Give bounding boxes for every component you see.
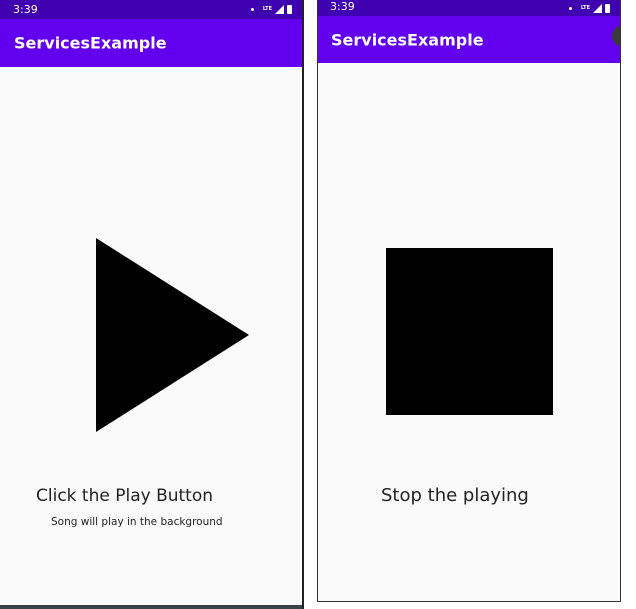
app-bar: ServicesExample	[0, 19, 302, 67]
status-bar: 3:39 LTE	[318, 0, 620, 16]
battery-icon	[287, 5, 292, 14]
battery-icon	[605, 3, 610, 13]
phone-screen-play: 3:39 LTE ServicesExample Click the Play …	[0, 0, 304, 609]
play-caption: Click the Play Button	[36, 486, 214, 506]
status-icons: LTE	[568, 0, 610, 16]
signal-icon	[275, 5, 284, 14]
phone-screen-stop: 3:39 LTE ServicesExample Stop the playin…	[317, 0, 621, 602]
status-icons: LTE	[250, 0, 292, 19]
background-subcaption: Song will play in the background	[51, 516, 223, 528]
lte-icon: LTE	[262, 6, 272, 12]
notification-dot-icon	[250, 8, 254, 11]
status-bar: 3:39 LTE	[0, 0, 302, 19]
stop-button[interactable]	[386, 248, 553, 415]
play-icon	[96, 238, 249, 432]
stop-caption: Stop the playing	[381, 485, 529, 506]
play-button[interactable]	[96, 238, 249, 432]
status-time: 3:39	[13, 3, 38, 16]
app-bar: ServicesExample	[318, 16, 620, 63]
lte-icon: LTE	[580, 4, 590, 11]
app-title: ServicesExample	[331, 30, 484, 49]
notification-dot-icon	[568, 6, 572, 10]
app-title: ServicesExample	[14, 33, 167, 53]
overlay-circle	[612, 26, 620, 46]
signal-icon	[593, 3, 602, 13]
status-time: 3:39	[330, 0, 355, 13]
